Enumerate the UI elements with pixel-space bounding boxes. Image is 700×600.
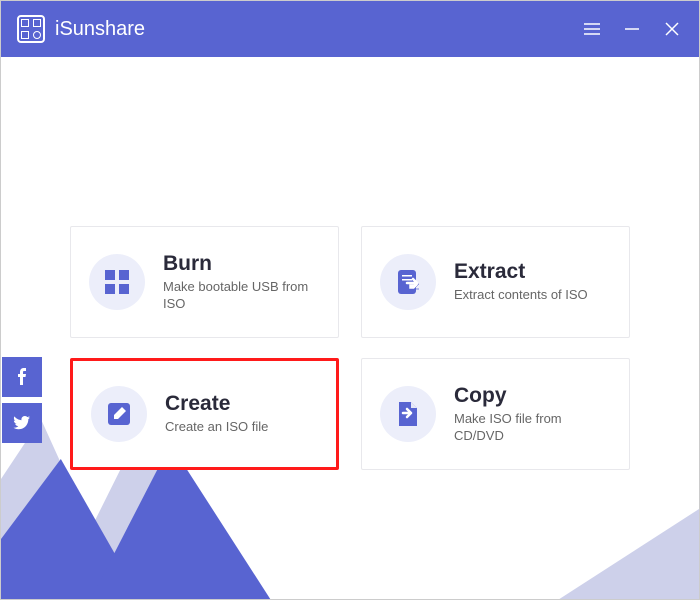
app-logo-icon <box>17 15 45 43</box>
twitter-icon <box>12 413 32 433</box>
burn-title: Burn <box>163 252 320 276</box>
extract-icon <box>393 267 423 297</box>
content-area: Burn Make bootable USB from ISO <box>1 57 699 599</box>
app-window: iSunshare <box>0 0 700 600</box>
burn-icon-wrap <box>89 254 145 310</box>
burn-card[interactable]: Burn Make bootable USB from ISO <box>70 226 339 338</box>
extract-text: Extract Extract contents of ISO <box>454 260 588 304</box>
create-card[interactable]: Create Create an ISO file <box>70 358 339 470</box>
extract-desc: Extract contents of ISO <box>454 287 588 304</box>
facebook-button[interactable] <box>2 357 42 397</box>
twitter-button[interactable] <box>2 403 42 443</box>
app-title: iSunshare <box>55 18 581 41</box>
burn-icon <box>102 267 132 297</box>
window-controls <box>581 18 683 40</box>
extract-card[interactable]: Extract Extract contents of ISO <box>361 226 630 338</box>
extract-title: Extract <box>454 260 588 284</box>
create-text: Create Create an ISO file <box>165 392 268 436</box>
facebook-icon <box>12 367 32 387</box>
create-title: Create <box>165 392 268 416</box>
extract-icon-wrap <box>380 254 436 310</box>
copy-title: Copy <box>454 384 611 408</box>
create-icon <box>104 399 134 429</box>
copy-text: Copy Make ISO file from CD/DVD <box>454 384 611 445</box>
create-icon-wrap <box>91 386 147 442</box>
cards-grid: Burn Make bootable USB from ISO <box>70 226 630 470</box>
titlebar: iSunshare <box>1 1 699 57</box>
minimize-icon <box>625 22 639 36</box>
copy-icon <box>393 399 423 429</box>
hamburger-icon <box>584 23 600 35</box>
menu-button[interactable] <box>581 18 603 40</box>
close-icon <box>665 22 679 36</box>
burn-text: Burn Make bootable USB from ISO <box>163 252 320 313</box>
minimize-button[interactable] <box>621 18 643 40</box>
create-desc: Create an ISO file <box>165 419 268 436</box>
burn-desc: Make bootable USB from ISO <box>163 279 320 313</box>
close-button[interactable] <box>661 18 683 40</box>
social-bar <box>2 357 42 443</box>
copy-desc: Make ISO file from CD/DVD <box>454 411 611 445</box>
copy-icon-wrap <box>380 386 436 442</box>
copy-card[interactable]: Copy Make ISO file from CD/DVD <box>361 358 630 470</box>
